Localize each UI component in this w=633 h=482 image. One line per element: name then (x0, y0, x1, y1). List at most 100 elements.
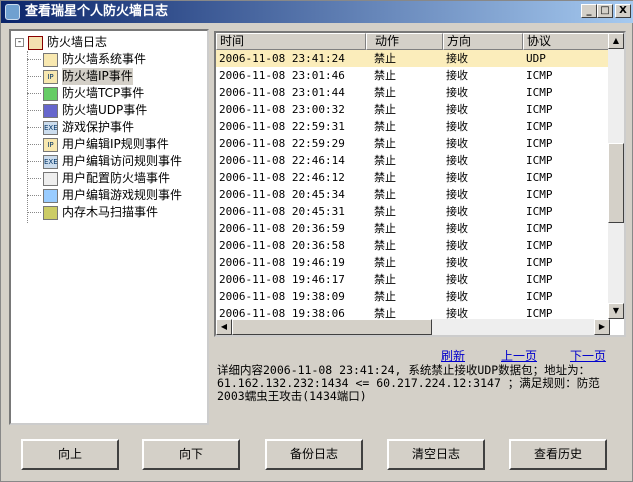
table-cell: ICMP (526, 290, 553, 303)
column-header[interactable]: 方向 (443, 33, 523, 50)
table-row[interactable]: 2006-11-08 20:45:34 禁止 接收 ICMP (216, 186, 610, 203)
backup-log-button[interactable]: 备份日志 (265, 439, 363, 470)
tree-item[interactable]: 内存木马扫描事件 (27, 204, 207, 221)
tree-item[interactable]: EXE 游戏保护事件 (27, 119, 207, 136)
table-row[interactable]: 2006-11-08 23:01:46 禁止 接收 ICMP (216, 67, 610, 84)
table-cell: ICMP (526, 86, 553, 99)
document-icon (43, 52, 58, 67)
up-button[interactable]: 向上 (21, 439, 119, 470)
table-row[interactable]: 2006-11-08 22:59:31 禁止 接收 ICMP (216, 118, 610, 135)
table-cell: ICMP (526, 205, 553, 218)
table-cell: 接收 (446, 273, 468, 286)
vertical-scroll-thumb[interactable] (608, 143, 624, 223)
table-row[interactable]: 2006-11-08 19:38:09 禁止 接收 ICMP (216, 288, 610, 305)
table-header: 时间 动作 方向 协议 (216, 33, 610, 50)
table-cell: 禁止 (374, 222, 396, 235)
table-cell: 2006-11-08 23:41:24 (219, 52, 345, 65)
tree-item[interactable]: 用户编辑游戏规则事件 (27, 187, 207, 204)
tree-item[interactable]: IP 用户编辑IP规则事件 (27, 136, 207, 153)
table-cell: 禁止 (374, 256, 396, 269)
table-cell: 接收 (446, 222, 468, 235)
table-cell: 2006-11-08 19:46:19 (219, 256, 345, 269)
table-cell: 禁止 (374, 69, 396, 82)
collapse-icon[interactable]: - (15, 38, 24, 47)
tree-item[interactable]: 防火墙UDP事件 (27, 102, 207, 119)
table-cell: 禁止 (374, 205, 396, 218)
tree-item[interactable]: 防火墙TCP事件 (27, 85, 207, 102)
tree-item[interactable]: 防火墙系统事件 (27, 51, 207, 68)
table-cell: 禁止 (374, 103, 396, 116)
column-header[interactable]: 动作 (366, 33, 443, 50)
tree-item[interactable]: 用户配置防火墙事件 (27, 170, 207, 187)
clear-log-button[interactable]: 清空日志 (387, 439, 485, 470)
window-title: 查看瑞星个人防火墙日志 (25, 4, 169, 19)
log-book-icon (28, 35, 43, 50)
vertical-scrollbar[interactable]: ▲ ▼ (608, 33, 624, 319)
tree-item[interactable]: IP 防火墙IP事件 (27, 68, 207, 85)
scan-icon (43, 205, 58, 220)
table-cell: 2006-11-08 19:38:09 (219, 290, 345, 303)
detail-text: 详细内容2006-11-08 23:41:24, 系统禁止接收UDP数据包；地址… (217, 363, 600, 403)
table-cell: 接收 (446, 256, 468, 269)
table-cell: 2006-11-08 22:59:31 (219, 120, 345, 133)
table-row[interactable]: 2006-11-08 20:45:31 禁止 接收 ICMP (216, 203, 610, 220)
table-cell: ICMP (526, 137, 553, 150)
next-page-link[interactable]: 下一页 (570, 347, 606, 364)
tree-item-label: 防火墙IP事件 (62, 68, 133, 85)
view-history-button[interactable]: 查看历史 (509, 439, 607, 470)
table-cell: 禁止 (374, 188, 396, 201)
table-row[interactable]: 2006-11-08 20:36:58 禁止 接收 ICMP (216, 237, 610, 254)
table-cell: 接收 (446, 188, 468, 201)
table-row[interactable]: 2006-11-08 23:01:44 禁止 接收 ICMP (216, 84, 610, 101)
table-cell: ICMP (526, 154, 553, 167)
tree-item-label: 游戏保护事件 (62, 120, 135, 134)
scroll-down-icon[interactable]: ▼ (608, 303, 624, 319)
table-row[interactable]: 2006-11-08 20:36:59 禁止 接收 ICMP (216, 220, 610, 237)
exe-icon: EXE (43, 120, 58, 135)
tree-item[interactable]: EXE 用户编辑访问规则事件 (27, 153, 207, 170)
table-cell: 2006-11-08 19:46:17 (219, 273, 345, 286)
scroll-left-icon[interactable]: ◀ (216, 319, 232, 335)
tree-root-label: 防火墙日志 (47, 35, 108, 49)
scroll-right-icon[interactable]: ▶ (594, 319, 610, 335)
close-button[interactable]: X (615, 4, 631, 18)
computer-icon (43, 86, 58, 101)
table-row[interactable]: 2006-11-08 19:46:17 禁止 接收 ICMP (216, 271, 610, 288)
horizontal-scrollbar[interactable]: ◀ ▶ (216, 319, 610, 335)
table-cell: UDP (526, 52, 546, 65)
table-cell: 接收 (446, 205, 468, 218)
table-row[interactable]: 2006-11-08 22:59:29 禁止 接收 ICMP (216, 135, 610, 152)
refresh-link[interactable]: 刷新 (441, 347, 465, 364)
table-cell: 2006-11-08 23:00:32 (219, 103, 345, 116)
tree-item-label: 用户配置防火墙事件 (62, 171, 171, 185)
tree-root[interactable]: - 防火墙日志 (15, 34, 207, 51)
title-bar: 查看瑞星个人防火墙日志 _ □ X (1, 1, 633, 23)
maximize-button[interactable]: □ (597, 4, 613, 18)
table-cell: 禁止 (374, 120, 396, 133)
table-cell: 2006-11-08 20:36:58 (219, 239, 345, 252)
table-row[interactable]: 2006-11-08 19:46:19 禁止 接收 ICMP (216, 254, 610, 271)
column-header[interactable]: 时间 (216, 33, 366, 50)
minimize-button[interactable]: _ (581, 4, 597, 18)
horizontal-scroll-thumb[interactable] (232, 319, 432, 335)
table-cell: 2006-11-08 23:01:44 (219, 86, 345, 99)
scroll-up-icon[interactable]: ▲ (608, 33, 624, 49)
table-cell: 接收 (446, 120, 468, 133)
tree-item-label: 用户编辑游戏规则事件 (62, 188, 183, 202)
table-row[interactable]: 2006-11-08 22:46:12 禁止 接收 ICMP (216, 169, 610, 186)
ip-icon: IP (43, 69, 58, 84)
log-tree: - 防火墙日志 防火墙系统事件 IP 防火墙IP事件 防火墙TCP事件 防火墙UDP事件… (9, 29, 209, 425)
table-row[interactable]: 2006-11-08 22:46:14 禁止 接收 ICMP (216, 152, 610, 169)
log-table: 时间 动作 方向 协议 2006-11-08 23:41:24 禁止 接收 UDP 2006-… (214, 31, 626, 337)
tree-item-label: 防火墙UDP事件 (62, 103, 148, 117)
table-cell: 2006-11-08 20:45:34 (219, 188, 345, 201)
table-row[interactable]: 2006-11-08 23:00:32 禁止 接收 ICMP (216, 101, 610, 118)
table-cell: 2006-11-08 20:45:31 (219, 205, 345, 218)
prev-page-link[interactable]: 上一页 (501, 347, 537, 364)
table-cell: ICMP (526, 103, 553, 116)
column-header[interactable]: 协议 (523, 33, 610, 50)
table-cell: 2006-11-08 20:36:59 (219, 222, 345, 235)
table-cell: 2006-11-08 23:01:46 (219, 69, 345, 82)
down-button[interactable]: 向下 (142, 439, 240, 470)
table-row[interactable]: 2006-11-08 23:41:24 禁止 接收 UDP (216, 50, 610, 67)
